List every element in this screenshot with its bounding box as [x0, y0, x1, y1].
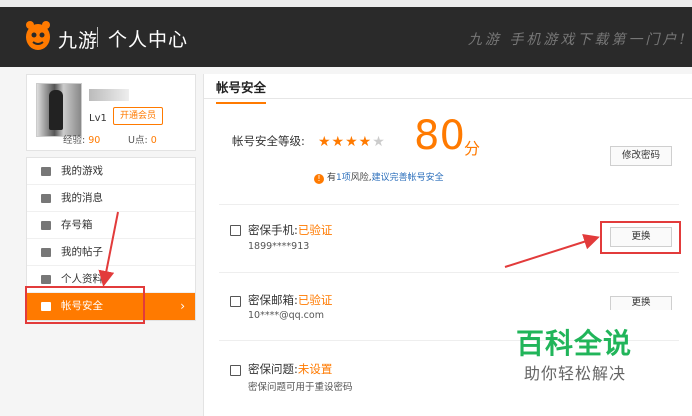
- page-root: 九游 个人中心 九游 手机游戏下载第一门户! Lv1 开通会员 经验: 90 U…: [0, 0, 692, 416]
- watermark-subtitle: 助你轻松解决: [524, 364, 627, 383]
- arrow-to-change-button: [504, 234, 600, 268]
- watermark-title: 百科全说: [516, 327, 633, 360]
- arrow-to-sidebar: [98, 211, 119, 287]
